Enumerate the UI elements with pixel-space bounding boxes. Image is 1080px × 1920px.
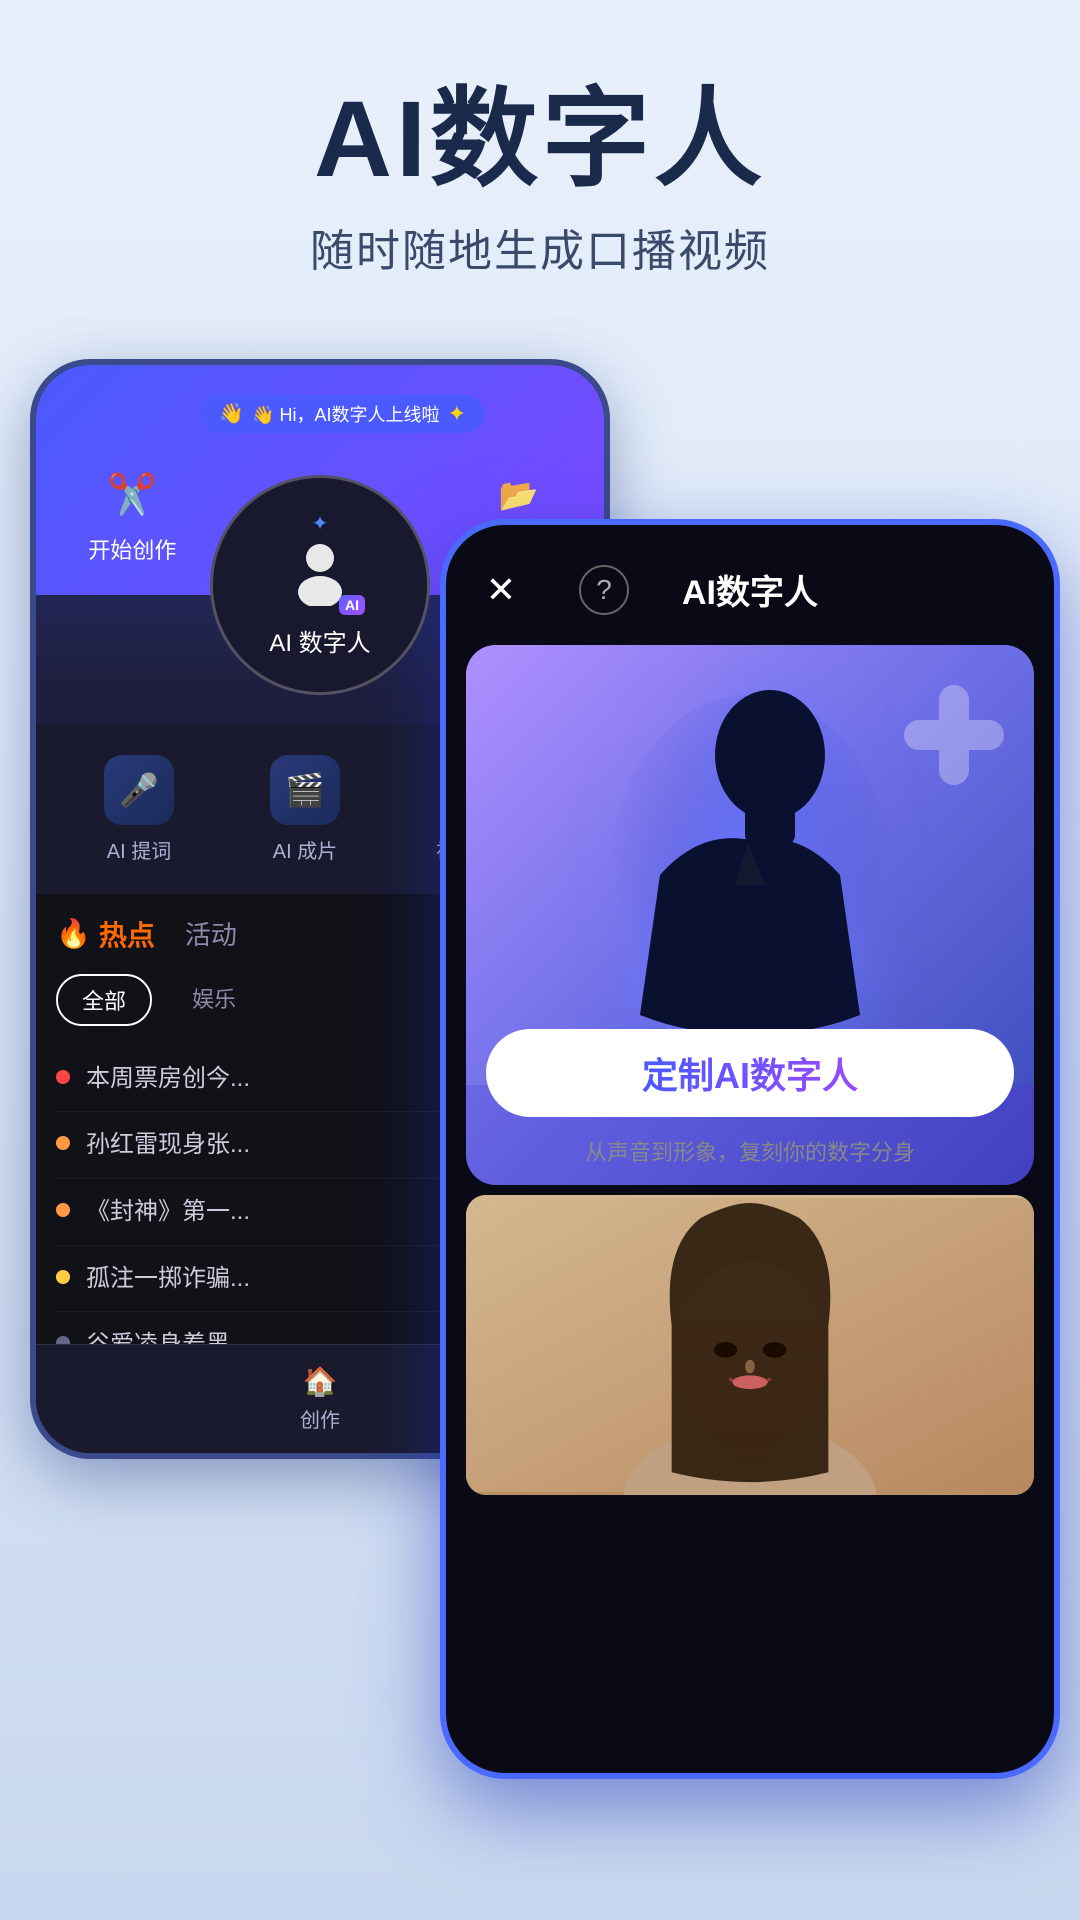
activity-label: 活动 — [185, 920, 237, 950]
hot-tab[interactable]: 🔥 热点 — [56, 914, 155, 954]
phone-front: ✕ ? AI数字人 — [440, 519, 1060, 1779]
person-photo-svg — [466, 1195, 1034, 1495]
nav-create-icon: 🏠 — [303, 1365, 338, 1398]
news-text-1: 本周票房创今... — [86, 1062, 250, 1096]
ai-video-icon: 🎬 — [270, 755, 340, 825]
ai-video-label: AI 成片 — [273, 835, 337, 864]
close-button[interactable]: ✕ — [476, 565, 526, 615]
sub-title: 随时随地生成口播视频 — [0, 215, 1080, 279]
phones-container: 👋 👋 Hi，AI数字人上线啦 ✦ ✂️ 开始创作 📂 草稿箱 — [0, 339, 1080, 1819]
tool-ai-prompt[interactable]: 🎤 AI 提词 — [104, 755, 174, 864]
news-dot-1 — [56, 1070, 70, 1084]
header-section: AI数字人 随时随地生成口播视频 — [0, 0, 1080, 319]
tool-ai-video[interactable]: 🎬 AI 成片 — [270, 755, 340, 864]
front-second-section — [466, 1195, 1034, 1495]
sparkle-dots: ✦ — [312, 511, 329, 536]
ai-mini-badge: AI — [339, 595, 365, 615]
front-header: ✕ ? AI数字人 — [446, 525, 1054, 635]
news-dot-4 — [56, 1270, 70, 1284]
nav-create-label: 创作 — [300, 1404, 340, 1433]
ai-prompt-label: AI 提词 — [107, 835, 171, 864]
activity-tab[interactable]: 活动 — [185, 915, 237, 952]
create-label: 开始创作 — [88, 533, 176, 565]
news-dot-2 — [56, 1136, 70, 1150]
ai-circle[interactable]: ✦ AI AI 数字人 — [210, 475, 430, 695]
sparkle-icon: 👋 — [219, 401, 244, 426]
news-text-3: 《封神》第一... — [86, 1195, 250, 1229]
custom-ai-sub: 从声音到形象，复刻你的数字分身 — [486, 1127, 1014, 1175]
news-dot-3 — [56, 1203, 70, 1217]
silhouette-bg — [466, 645, 1034, 1085]
news-text-4: 孤注一掷诈骗... — [86, 1262, 250, 1296]
main-title: AI数字人 — [0, 80, 1080, 199]
scissors-icon: ✂️ — [102, 465, 162, 525]
notification-text: 👋 Hi，AI数字人上线啦 — [252, 401, 439, 427]
ai-prompt-icon: 🎤 — [104, 755, 174, 825]
filter-all[interactable]: 全部 — [56, 974, 152, 1026]
custom-ai-btn-text: 定制AI数字人 — [642, 1055, 858, 1096]
news-text-2: 孙红雷现身张... — [86, 1128, 250, 1162]
create-item[interactable]: ✂️ 开始创作 — [88, 465, 176, 565]
circle-label: AI 数字人 — [269, 623, 370, 658]
hot-icon: 🔥 — [56, 917, 91, 950]
phone-front-screen: ✕ ? AI数字人 — [446, 525, 1054, 1773]
sparkle-top: ✦ — [448, 401, 466, 427]
silhouette-svg — [600, 675, 900, 1055]
hot-label: 热点 — [99, 914, 155, 954]
notification-badge: 👋 👋 Hi，AI数字人上线啦 ✦ — [201, 395, 484, 433]
front-main-card: 定制AI数字人 从声音到形象，复刻你的数字分身 — [466, 645, 1034, 1185]
custom-ai-button[interactable]: 定制AI数字人 — [486, 1029, 1014, 1117]
draft-icon: 📂 — [489, 465, 549, 525]
front-title: AI数字人 — [682, 565, 818, 614]
nav-create[interactable]: 🏠 创作 — [300, 1365, 340, 1433]
plus-decoration — [904, 685, 1004, 785]
help-button[interactable]: ? — [579, 565, 629, 615]
filter-entertainment[interactable]: 娱乐 — [168, 974, 260, 1026]
person-photo — [466, 1195, 1034, 1495]
circle-person-icon: AI — [285, 536, 355, 611]
